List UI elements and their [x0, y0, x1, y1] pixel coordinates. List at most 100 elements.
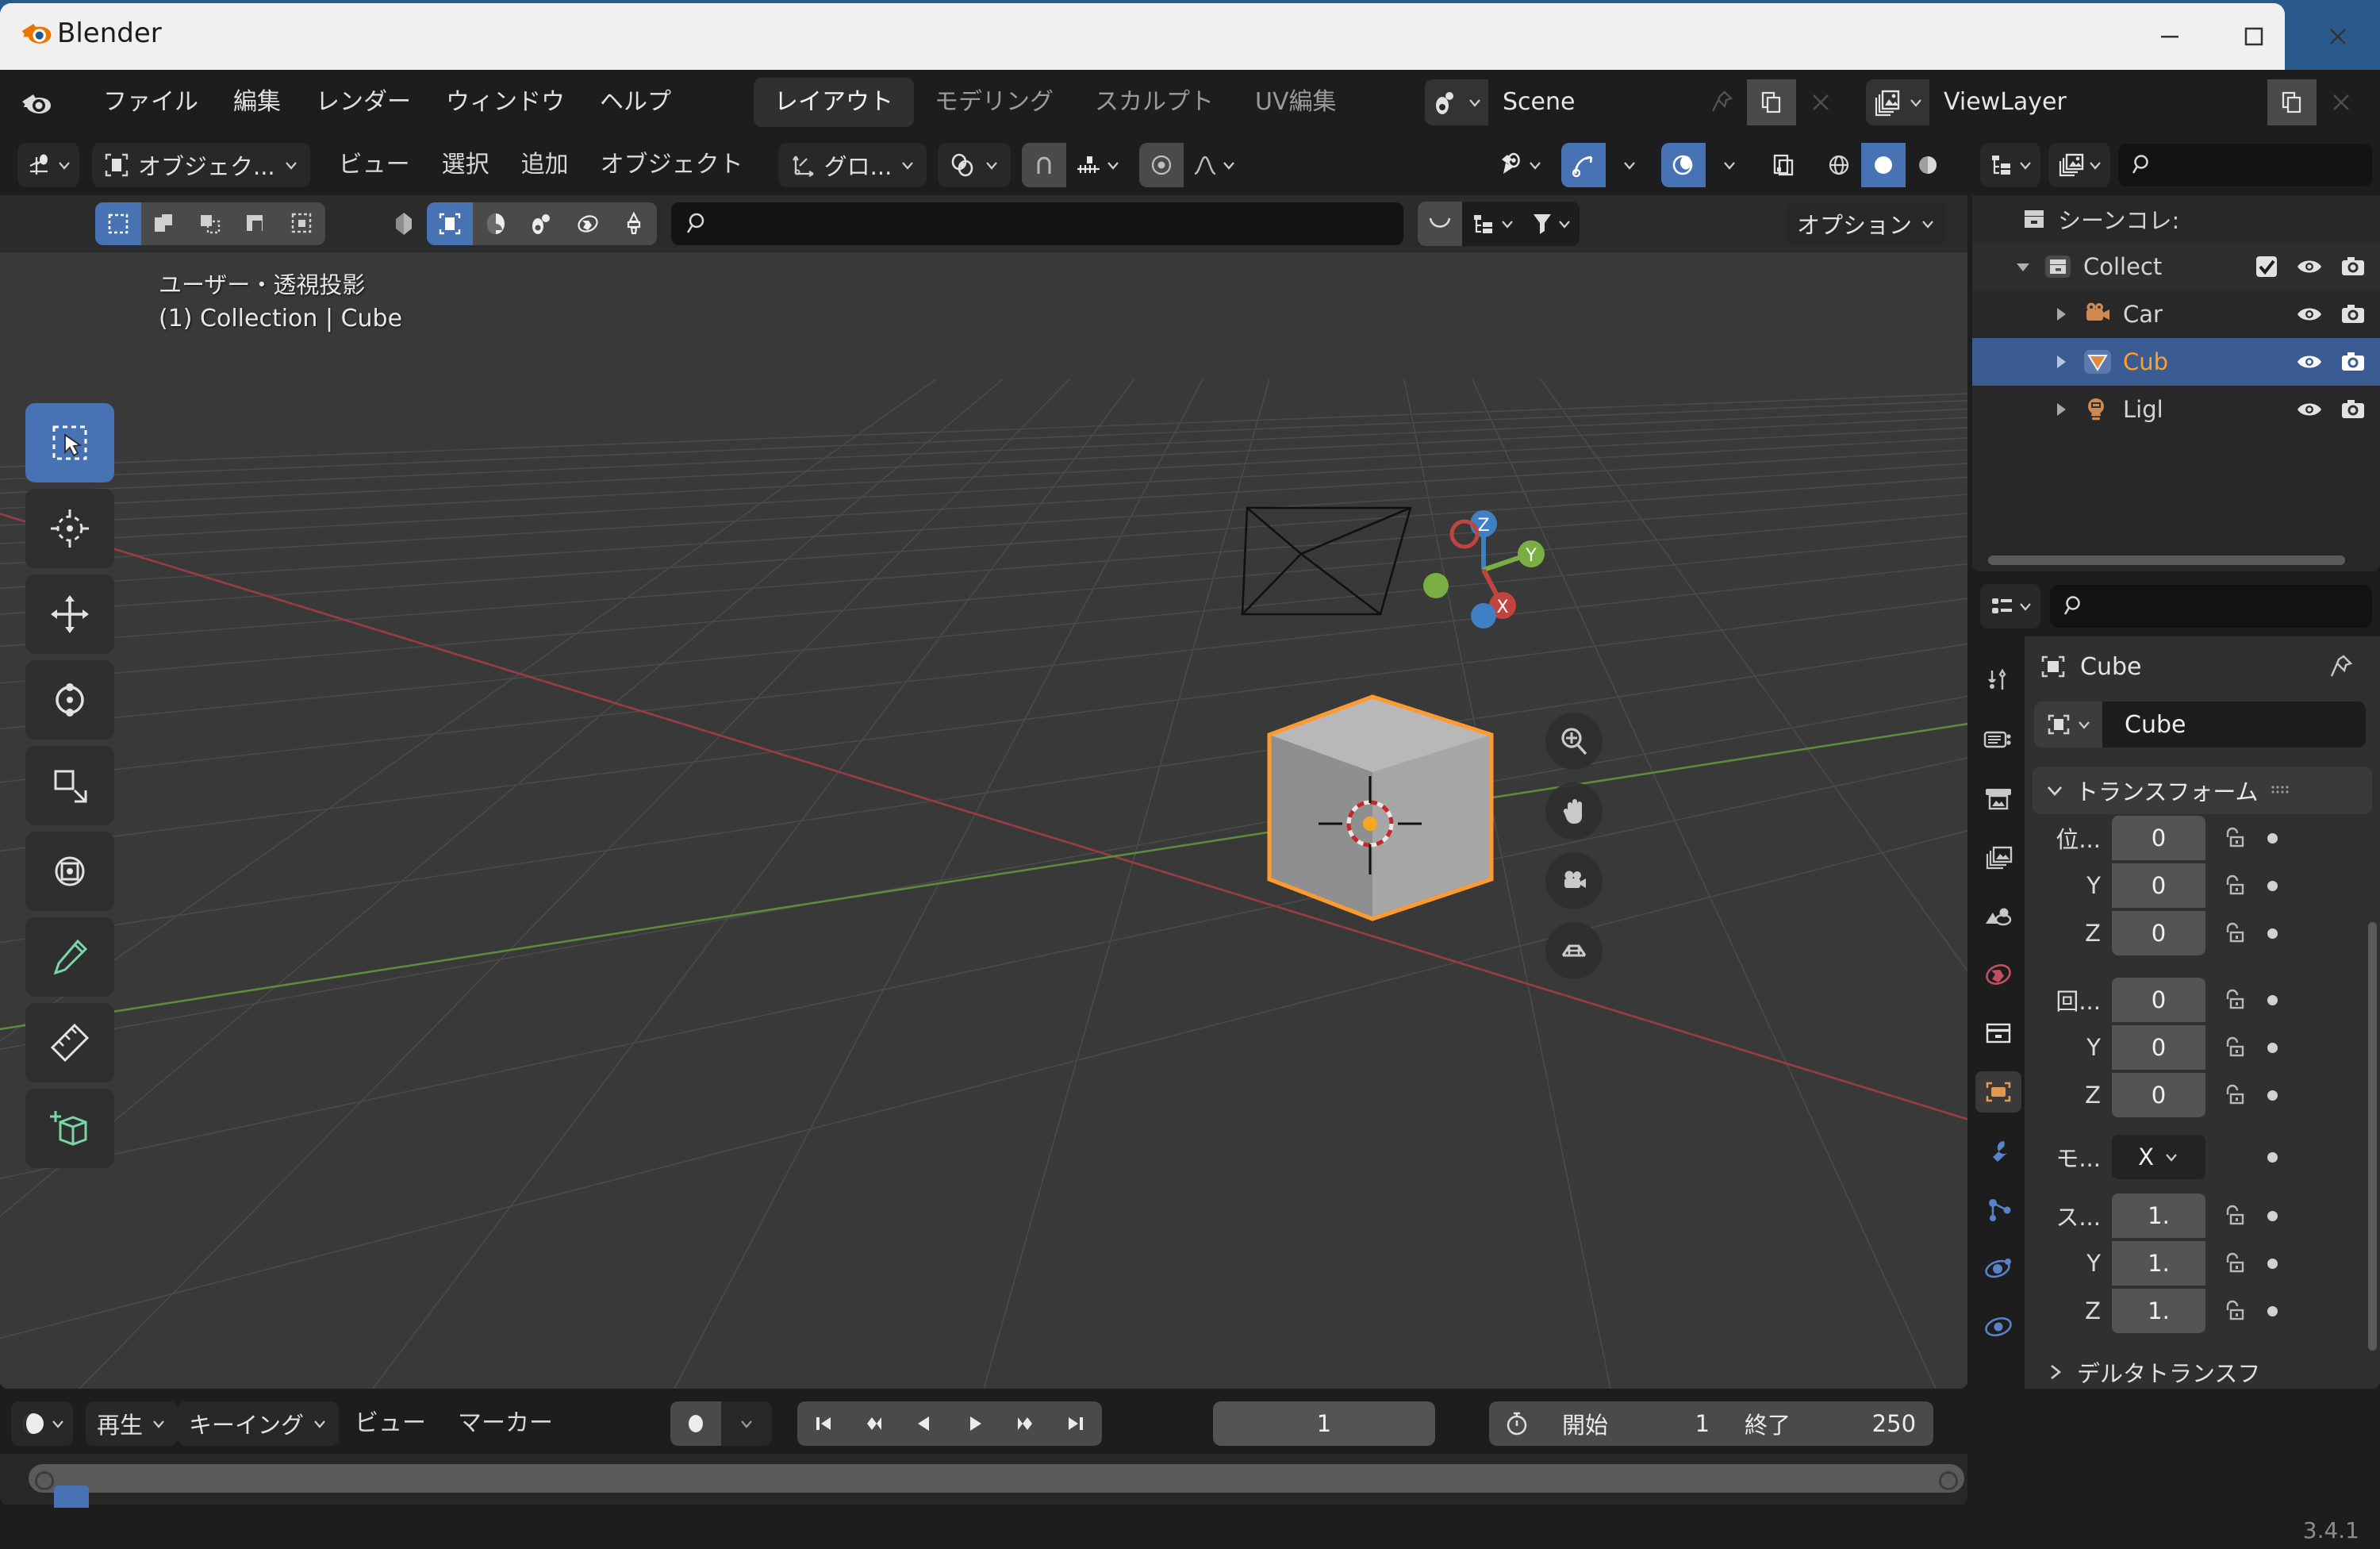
close-button[interactable] — [2296, 3, 2380, 70]
pin-icon[interactable] — [1698, 79, 1747, 125]
gizmo-dropdown[interactable] — [1606, 143, 1650, 187]
camera-icon[interactable] — [2340, 398, 2366, 421]
menu-render[interactable]: レンダー — [298, 80, 428, 125]
rotation-z-lock-icon[interactable] — [2212, 1082, 2256, 1108]
scale-x-animate-dot[interactable] — [2256, 1210, 2288, 1221]
eye-icon[interactable] — [1488, 143, 1550, 187]
select-box-icon[interactable] — [95, 202, 141, 245]
outliner-filter-icon[interactable] — [1461, 202, 1522, 246]
location-x-animate-dot[interactable] — [2256, 832, 2288, 844]
smooth-falloff-icon[interactable] — [1184, 143, 1245, 187]
outliner-horizontal-scrollbar[interactable] — [1988, 555, 2345, 565]
rotation-y-animate-dot[interactable] — [2256, 1042, 2288, 1053]
auto-keying-dropdown[interactable] — [721, 1401, 773, 1446]
tab-sculpting[interactable]: スカルプト — [1074, 78, 1234, 127]
rotation-z-animate-dot[interactable] — [2256, 1090, 2288, 1101]
snap-magnet-icon[interactable] — [1022, 143, 1067, 187]
properties-vertical-scrollbar[interactable] — [2368, 922, 2377, 1351]
zoom-icon[interactable] — [1545, 713, 1603, 770]
cursor-tool[interactable] — [25, 489, 114, 568]
rotation-z-input[interactable]: 0 — [2112, 1073, 2205, 1117]
overlays-dropdown[interactable] — [1706, 143, 1750, 187]
annotate-tool[interactable] — [25, 917, 114, 997]
overlays-icon[interactable] — [1661, 143, 1706, 187]
location-z-animate-dot[interactable] — [2256, 928, 2288, 939]
viewport-menu-add[interactable]: 追加 — [505, 143, 585, 187]
scale-z-input[interactable]: 1. — [2112, 1289, 2205, 1333]
rotation-y-input[interactable]: 0 — [2112, 1025, 2205, 1070]
modifier-tab[interactable] — [1975, 1130, 2021, 1171]
filter-funnel-icon[interactable] — [1522, 202, 1580, 246]
menu-edit[interactable]: 編集 — [216, 80, 298, 125]
rotation-x-lock-icon[interactable] — [2212, 987, 2256, 1013]
new-scene-icon[interactable] — [1747, 79, 1796, 125]
add-cube-tool[interactable] — [25, 1089, 114, 1168]
snap-increment-icon[interactable] — [1066, 143, 1129, 187]
wireframe-shading-icon[interactable] — [1817, 143, 1861, 187]
timeline-menu-marker[interactable]: マーカー — [442, 1401, 569, 1446]
menu-file[interactable]: ファイル — [86, 80, 216, 125]
location-z-lock-icon[interactable] — [2212, 921, 2256, 946]
timeline-horizontal-scrollbar[interactable] — [29, 1464, 1964, 1493]
chevron-right-icon[interactable] — [2052, 352, 2071, 371]
next-keyframe-button[interactable] — [1000, 1401, 1052, 1446]
menu-window[interactable]: ウィンドウ — [428, 80, 582, 125]
chevron-right-icon[interactable] — [2052, 400, 2071, 419]
move-tool[interactable] — [25, 575, 114, 654]
menu-help[interactable]: ヘルプ — [582, 80, 689, 125]
viewlayer-icon[interactable] — [1866, 79, 1929, 125]
tool-tab[interactable] — [1975, 660, 2021, 701]
location-y-lock-icon[interactable] — [2212, 873, 2256, 898]
paint-brush-icon[interactable] — [611, 202, 657, 245]
location-y-animate-dot[interactable] — [2256, 880, 2288, 891]
prev-keyframe-button[interactable] — [848, 1401, 900, 1446]
play-button[interactable] — [950, 1401, 1001, 1446]
outliner-row-collection[interactable]: Collect — [1972, 243, 2380, 290]
collection-checkbox[interactable] — [2255, 255, 2278, 279]
viewlayer-tab[interactable] — [1975, 836, 2021, 878]
viewport-menu-select[interactable]: 選択 — [426, 143, 505, 187]
material-shading-icon[interactable] — [1906, 143, 1950, 187]
select-intersect-icon[interactable] — [279, 202, 325, 245]
camera-icon[interactable] — [2340, 303, 2366, 325]
measure-tool[interactable] — [25, 1003, 114, 1082]
constraints-tab[interactable] — [1975, 1306, 2021, 1347]
solid-shading-icon[interactable] — [1861, 143, 1906, 187]
xray-icon[interactable] — [1761, 143, 1806, 187]
scale-z-lock-icon[interactable] — [2212, 1298, 2256, 1324]
proportional-edit-icon[interactable] — [1139, 143, 1184, 187]
remove-viewlayer-x-icon[interactable] — [2317, 79, 2366, 125]
gizmo-icon[interactable] — [1561, 143, 1606, 187]
outliner-blendfile-icon[interactable] — [2048, 143, 2110, 187]
material-preview-icon[interactable] — [473, 202, 519, 245]
play-reverse-button[interactable] — [899, 1401, 950, 1446]
transform-tool[interactable] — [25, 832, 114, 911]
scene-icon[interactable] — [1425, 79, 1488, 125]
scale-y-animate-dot[interactable] — [2256, 1258, 2288, 1269]
transform-orientation-selector[interactable]: グロ... — [777, 143, 927, 187]
end-frame-field[interactable]: 終了 250 — [1727, 1401, 1934, 1446]
shade-smooth-icon[interactable] — [381, 202, 427, 245]
location-x-lock-icon[interactable] — [2212, 825, 2256, 851]
drag-grip-icon[interactable] — [2270, 782, 2292, 798]
tab-modeling[interactable]: モデリング — [914, 78, 1074, 127]
properties-editor-icon[interactable] — [1980, 584, 2040, 628]
falloff-icon[interactable] — [1417, 202, 1462, 246]
scale-x-input[interactable]: 1. — [2112, 1193, 2205, 1238]
chevron-right-icon[interactable] — [2052, 305, 2071, 324]
select-invert-icon[interactable] — [233, 202, 279, 245]
outliner-display-mode-icon[interactable] — [1980, 143, 2040, 187]
auto-keying-icon[interactable] — [670, 1401, 722, 1446]
keying-menu[interactable]: キーイング — [178, 1401, 340, 1446]
camera-view-icon[interactable] — [1545, 852, 1603, 909]
options-dropdown[interactable]: オプション — [1785, 202, 1947, 245]
location-z-input[interactable]: 0 — [2112, 911, 2205, 955]
rotation-x-input[interactable]: 0 — [2112, 978, 2205, 1022]
viewport-canvas[interactable]: ユーザー・透視投影 (1) Collection | Cube Z Y X — [0, 252, 1967, 1389]
timeline-editor-icon[interactable] — [11, 1401, 73, 1446]
mode-selector[interactable]: オブジェク... — [92, 143, 310, 187]
pivot-point-selector[interactable] — [938, 143, 1012, 187]
playback-menu[interactable]: 再生 — [86, 1401, 178, 1446]
rotation-mode-dropdown[interactable]: X — [2112, 1135, 2205, 1179]
viewport-menu-view[interactable]: ビュー — [323, 143, 426, 187]
